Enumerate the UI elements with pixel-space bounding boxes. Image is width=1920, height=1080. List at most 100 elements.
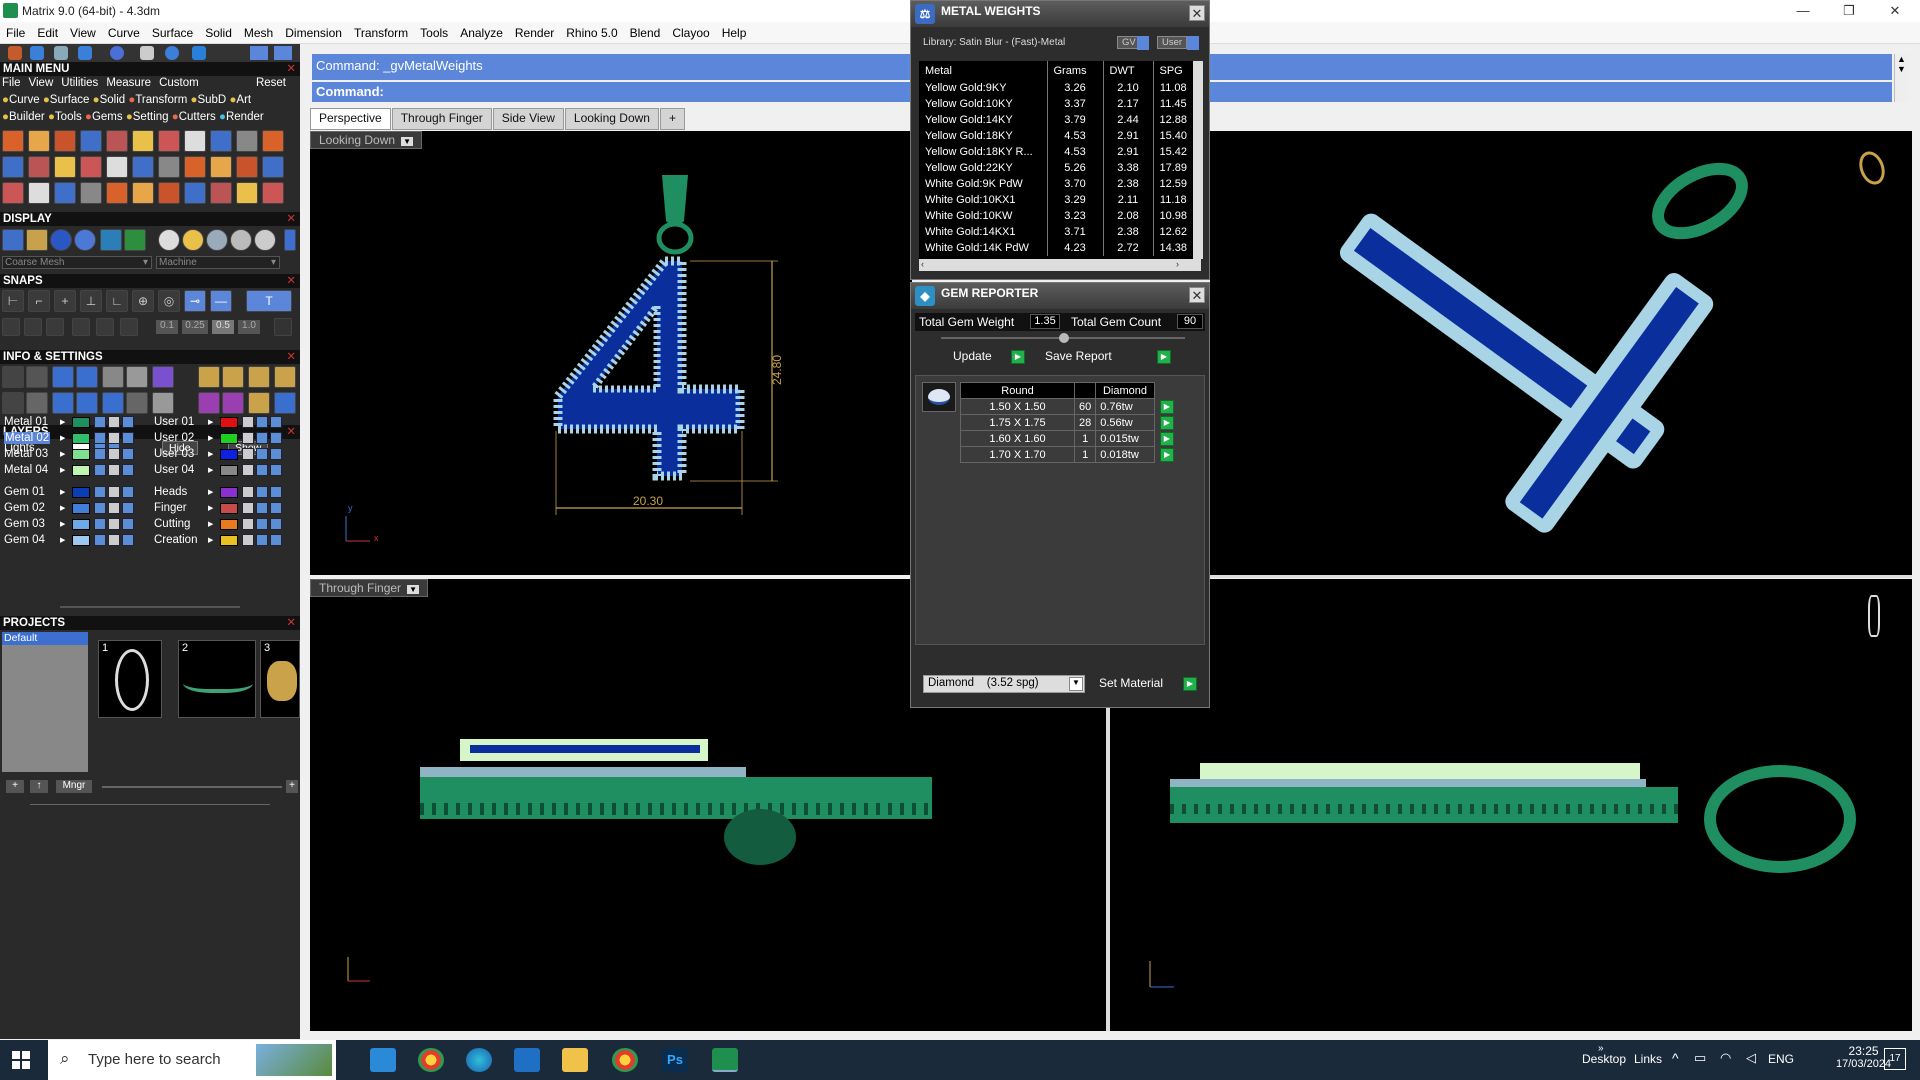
col-grams[interactable]: Grams <box>1047 61 1104 80</box>
notification-icon[interactable]: 17 <box>1884 1048 1906 1070</box>
taskbar-app-icon[interactable] <box>370 1048 396 1072</box>
mm-file[interactable]: File <box>2 77 21 89</box>
tool-icon[interactable] <box>140 46 154 60</box>
tool-icon[interactable] <box>54 156 76 178</box>
tool-icon[interactable] <box>184 156 206 178</box>
layer-lock-toggle[interactable] <box>108 486 120 498</box>
layer-visible-toggle[interactable] <box>94 464 106 476</box>
menu-rhino[interactable]: Rhino 5.0 <box>560 22 623 44</box>
mm-view[interactable]: View <box>29 77 54 89</box>
play-icon[interactable]: ▶ <box>1159 431 1174 446</box>
tool-icon[interactable] <box>110 46 124 60</box>
tool-icon[interactable] <box>8 46 22 60</box>
snap-value-0-25[interactable]: 0.25 <box>182 320 208 334</box>
table-row[interactable]: Yellow Gold:18KY R... 4.53 2.91 15.42 <box>919 144 1195 160</box>
gv-indicator[interactable] <box>1137 36 1149 50</box>
col-dwt[interactable]: DWT <box>1103 61 1154 80</box>
cube-icon[interactable] <box>52 392 74 414</box>
tool-icon[interactable] <box>28 156 50 178</box>
layer-select-toggle[interactable] <box>270 416 282 428</box>
chevron-right-icon[interactable]: ▶ <box>60 504 65 512</box>
tool-icon[interactable] <box>80 156 102 178</box>
viewport-side-view[interactable] <box>1110 579 1912 1031</box>
chevron-right-icon[interactable]: » <box>1598 1043 1604 1054</box>
menu-render[interactable]: Render <box>509 22 560 44</box>
layer-select-toggle[interactable] <box>270 502 282 514</box>
layer-visible-toggle[interactable] <box>256 432 268 444</box>
user-indicator[interactable] <box>1187 36 1199 50</box>
layer-visible-toggle[interactable] <box>256 448 268 460</box>
tool-icon[interactable] <box>236 130 258 152</box>
dialog-titlebar[interactable]: ◆ GEM REPORTER ✕ <box>911 283 1209 309</box>
file-explorer-icon[interactable] <box>562 1048 588 1072</box>
close-icon[interactable]: ✕ <box>286 62 296 76</box>
layer-select-toggle[interactable] <box>122 502 134 514</box>
layer-lock-toggle[interactable] <box>108 534 120 546</box>
sphere-icon[interactable] <box>74 229 96 251</box>
chevron-right-icon[interactable]: ▶ <box>60 418 65 426</box>
layer-lock-toggle[interactable] <box>108 448 120 460</box>
layer-lock-toggle[interactable] <box>108 518 120 530</box>
close-button[interactable]: ✕ <box>1872 0 1918 22</box>
layer-visible-toggle[interactable] <box>94 416 106 428</box>
snap-end-icon[interactable]: ⊢ <box>2 290 24 312</box>
layer-visible-toggle[interactable] <box>94 486 106 498</box>
monitor-icon[interactable] <box>26 392 48 414</box>
table-row[interactable]: Yellow Gold:9KY 3.26 2.10 11.08 <box>919 80 1195 96</box>
layer-name[interactable]: Metal 01 <box>4 416 48 428</box>
layer-name[interactable]: Heads <box>154 486 187 498</box>
project-slider[interactable] <box>102 786 282 788</box>
layer-select-toggle[interactable] <box>122 416 134 428</box>
tool-icon[interactable] <box>106 182 128 204</box>
ortho-icon[interactable] <box>24 318 42 336</box>
display-option-icon[interactable] <box>284 229 296 251</box>
cat-surface[interactable]: Surface <box>50 94 90 106</box>
tool-icon[interactable] <box>158 182 180 204</box>
layer-color-swatch[interactable] <box>72 535 90 546</box>
viewport-looking-down[interactable]: Looking Down ▼ 24.80 20.30 y x <box>310 131 912 575</box>
chevron-right-icon[interactable]: ▶ <box>60 488 65 496</box>
layer-name[interactable]: Metal 04 <box>4 464 48 476</box>
wireframe-icon[interactable] <box>2 229 24 251</box>
mesh-dropdown[interactable]: Coarse Mesh ▾ <box>2 256 152 269</box>
tab-looking-down[interactable]: Looking Down <box>564 108 659 130</box>
menu-surface[interactable]: Surface <box>146 22 199 44</box>
play-icon[interactable]: ▶ <box>1159 415 1174 430</box>
set-material-button[interactable]: Set Material ▶ <box>1099 676 1199 694</box>
pendant-orientation-icon[interactable] <box>1868 595 1880 637</box>
links-toolbar[interactable]: Links <box>1634 1052 1662 1066</box>
layer-row[interactable]: Gem 01 ▶ Heads ▶ <box>2 485 296 500</box>
gem-icon[interactable] <box>198 392 220 414</box>
tool-icon[interactable] <box>165 46 179 60</box>
layer-color-swatch[interactable] <box>220 535 238 546</box>
grid-settings-icon[interactable] <box>274 318 292 336</box>
tool-icon[interactable] <box>184 130 206 152</box>
layer-color-swatch[interactable] <box>220 465 238 476</box>
layer-name[interactable]: User 01 <box>154 416 194 428</box>
layer-color-swatch[interactable] <box>220 519 238 530</box>
layer-color-swatch[interactable] <box>220 433 238 444</box>
table-row[interactable]: 1.70 X 1.70 1 0.018tw ▶ <box>960 446 1180 463</box>
menu-file[interactable]: File <box>0 22 31 44</box>
chevron-right-icon[interactable]: ▶ <box>60 520 65 528</box>
box-icon[interactable] <box>76 392 98 414</box>
tool-icon[interactable] <box>2 182 24 204</box>
table-row[interactable]: Yellow Gold:18KY 4.53 2.91 15.40 <box>919 128 1195 144</box>
cat-gems[interactable]: Gems <box>92 111 123 123</box>
chevron-right-icon[interactable]: ▶ <box>208 536 213 544</box>
layer-lock-toggle[interactable] <box>242 518 254 530</box>
tool-icon[interactable] <box>184 182 206 204</box>
tool-icon[interactable] <box>54 182 76 204</box>
layer-select-toggle[interactable] <box>270 432 282 444</box>
table-row[interactable]: White Gold:10KW 3.23 2.08 10.98 <box>919 208 1195 224</box>
material-chrome-icon[interactable] <box>230 229 252 251</box>
cat-builder[interactable]: Builder <box>9 111 45 123</box>
close-icon[interactable]: ✕ <box>286 212 296 226</box>
dialog-titlebar[interactable]: ⚖ METAL WEIGHTS ✕ <box>911 1 1209 27</box>
minimize-button[interactable]: — <box>1780 0 1826 22</box>
layer-row[interactable]: Gem 02 ▶ Finger ▶ <box>2 501 296 516</box>
tool-icon[interactable] <box>30 46 44 60</box>
machine-dropdown[interactable]: Machine ▾ <box>156 256 280 269</box>
planar-icon[interactable] <box>46 318 64 336</box>
snap-toggle-icon[interactable]: T <box>246 290 292 312</box>
